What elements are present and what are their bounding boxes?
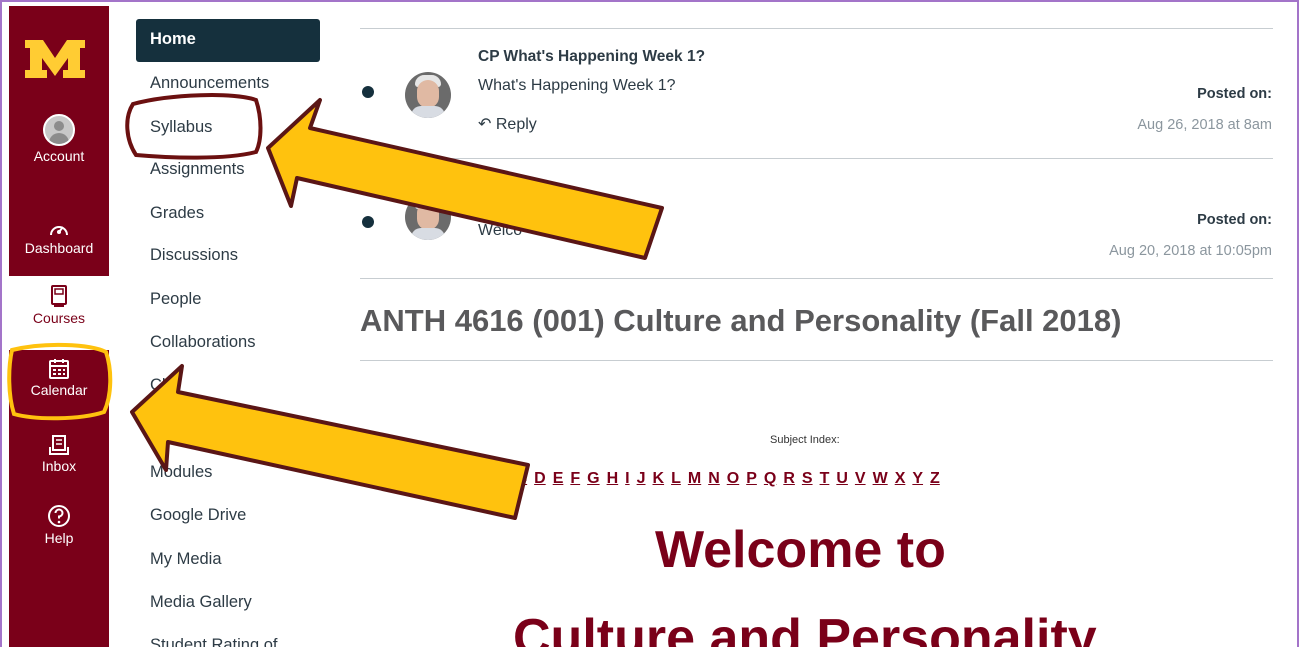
subject-letter-link[interactable]: B <box>497 470 509 488</box>
welcome-heading-line-2: Culture and Personality <box>513 609 1097 647</box>
divider <box>360 158 1273 159</box>
nav-help-label: Help <box>44 530 74 546</box>
subject-letter-link[interactable]: P <box>746 470 757 488</box>
author-photo <box>405 72 451 118</box>
subject-letter-link[interactable]: E <box>553 470 564 488</box>
posted-date: Aug 26, 2018 at 8am <box>1137 117 1272 133</box>
subject-letter-link[interactable]: V <box>855 470 866 488</box>
subject-letter-link[interactable]: G <box>587 470 599 488</box>
nav-account-label: Account <box>33 148 85 164</box>
nav-dashboard-label: Dashboard <box>24 240 94 256</box>
subject-letter-link[interactable]: J <box>637 470 646 488</box>
book-icon <box>51 285 67 307</box>
nav-courses-label: Courses <box>32 310 86 326</box>
subject-letter-link[interactable]: Q <box>764 470 776 488</box>
nav-dashboard[interactable]: Dashboard <box>9 220 109 256</box>
calendar-icon <box>49 359 69 379</box>
subject-letter-link[interactable]: W <box>873 470 888 488</box>
subject-letter-link[interactable]: S <box>802 470 813 488</box>
subject-letter-link[interactable]: K <box>653 470 665 488</box>
divider <box>360 278 1273 279</box>
posted-label: Posted on: <box>1197 86 1272 102</box>
divider <box>360 360 1273 361</box>
subject-letter-link[interactable]: N <box>708 470 720 488</box>
reply-label: Reply <box>495 116 537 133</box>
course-nav-announcements[interactable]: Announcements <box>150 74 269 93</box>
subject-letter-link[interactable]: I <box>625 470 629 488</box>
university-logo[interactable] <box>23 36 87 82</box>
course-nav-grades[interactable]: Grades <box>150 204 204 223</box>
global-nav: Account Dashboard Courses Calendar Inbox… <box>9 6 109 647</box>
posted-date: Aug 20, 2018 at 10:05pm <box>1109 243 1272 259</box>
course-nav-discussions[interactable]: Discussions <box>150 246 238 265</box>
course-nav-people[interactable]: People <box>150 290 201 309</box>
reply-link[interactable]: ↶ Reply <box>478 114 537 134</box>
unread-dot <box>362 86 374 98</box>
subject-letter-link[interactable]: U <box>836 470 848 488</box>
course-nav-home-label: Home <box>150 30 196 48</box>
divider <box>360 28 1273 29</box>
announcement-body: Welco <box>478 222 523 239</box>
subject-letter-link[interactable]: D <box>534 470 546 488</box>
posted-label: Posted on: <box>1197 212 1272 228</box>
nav-inbox[interactable]: Inbox <box>9 434 109 474</box>
author-photo <box>405 194 451 240</box>
nav-help[interactable]: Help <box>9 504 109 546</box>
course-nav-partial-item[interactable]: Cl <box>150 376 166 395</box>
course-nav-media-gallery[interactable]: Media Gallery <box>150 593 252 612</box>
reply-icon: ↶ <box>478 116 496 133</box>
subject-letter-link[interactable]: M <box>688 470 701 488</box>
subject-letter-link[interactable]: L <box>671 470 681 488</box>
subject-letter-link[interactable]: Z <box>930 470 940 488</box>
subject-letter-link[interactable]: F <box>570 470 580 488</box>
subject-letter-link[interactable]: R <box>783 470 795 488</box>
subject-letter-link[interactable]: H <box>607 470 619 488</box>
subject-letter-link[interactable]: C <box>516 470 528 488</box>
help-icon <box>48 505 70 527</box>
course-nav-syllabus[interactable]: Syllabus <box>150 118 212 137</box>
subject-index-label: Subject Index: <box>770 434 840 446</box>
course-nav-my-media[interactable]: My Media <box>150 550 222 569</box>
subject-letter-link[interactable]: T <box>820 470 830 488</box>
announcement-body: What's Happening Week 1? <box>478 77 676 94</box>
course-title: ANTH 4616 (001) Culture and Personality … <box>360 303 1122 338</box>
nav-account[interactable]: Account <box>9 114 109 164</box>
user-avatar <box>43 114 75 146</box>
nav-calendar[interactable]: Calendar <box>9 358 109 398</box>
course-nav-collaborations[interactable]: Collaborations <box>150 333 255 352</box>
welcome-heading-line-1: Welcome to <box>655 521 946 579</box>
course-nav-home[interactable]: Home <box>136 19 320 62</box>
nav-courses[interactable]: Courses <box>9 276 109 350</box>
posted-info: Posted on: Aug 26, 2018 at 8am <box>1137 86 1272 133</box>
subject-letter-link[interactable]: Y <box>912 470 923 488</box>
nav-inbox-label: Inbox <box>41 458 77 474</box>
subject-index-letters: B C D E F G H I J K L M N O P Q R S T U … <box>497 470 940 488</box>
announcement-title[interactable]: CP What's Happening Week 1? <box>478 48 705 66</box>
course-nav-google-drive[interactable]: Google Drive <box>150 506 246 525</box>
course-nav-assignments[interactable]: Assignments <box>150 160 244 179</box>
course-nav-modules[interactable]: Modules <box>150 463 212 482</box>
course-nav-student-rating[interactable]: Student Rating of <box>150 636 278 647</box>
unread-dot <box>362 216 374 228</box>
inbox-icon <box>49 435 69 455</box>
speedometer-icon <box>50 226 68 236</box>
subject-letter-link[interactable]: X <box>895 470 906 488</box>
nav-calendar-label: Calendar <box>30 382 88 398</box>
posted-info: Posted on: Aug 20, 2018 at 10:05pm <box>1109 212 1272 259</box>
subject-letter-link[interactable]: O <box>727 470 739 488</box>
